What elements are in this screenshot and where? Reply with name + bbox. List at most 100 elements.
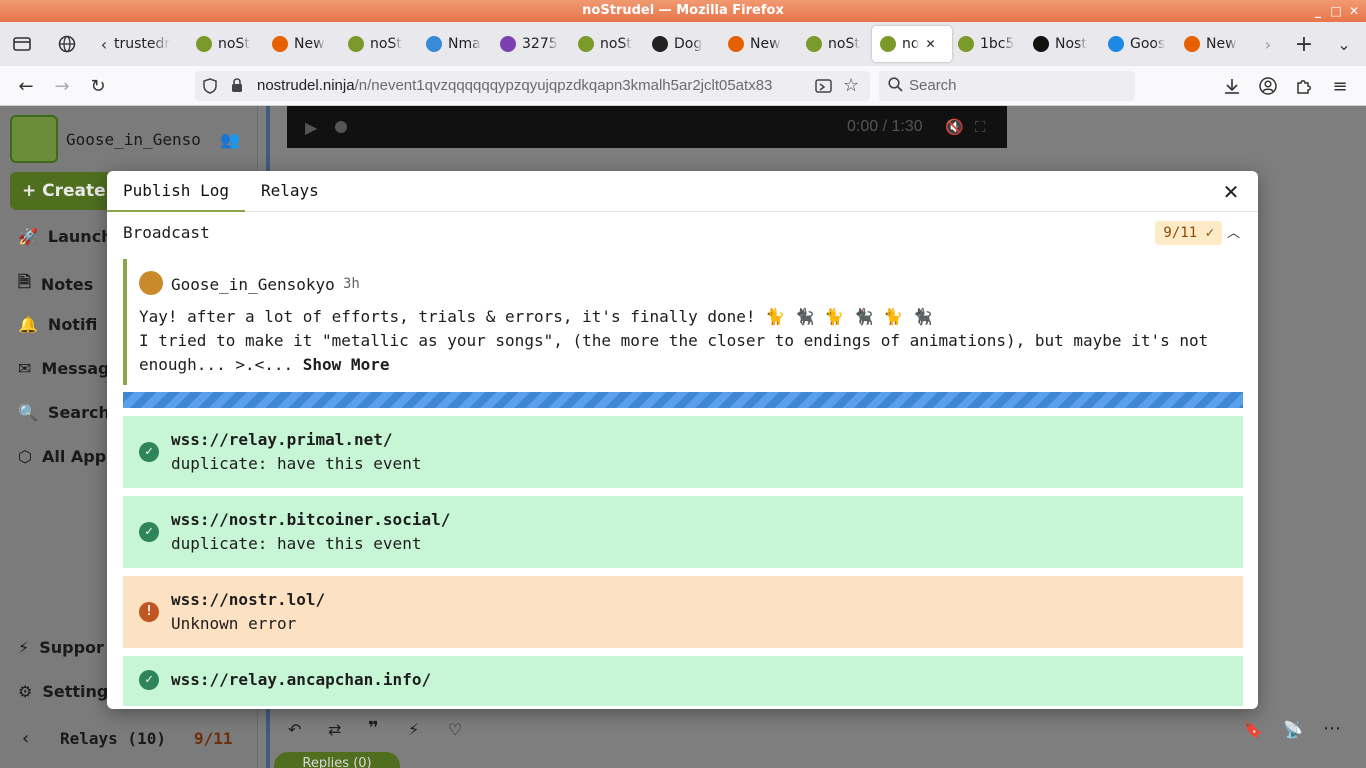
close-window-icon[interactable]: ✕ [1346, 3, 1362, 19]
bookmark-star-icon[interactable]: ☆ [843, 75, 859, 96]
note-text-line3: enough... >.<... [139, 355, 294, 374]
extensions-icon[interactable] [1292, 74, 1316, 98]
user-avatar[interactable] [10, 115, 58, 163]
lightning-icon: ⚡ [18, 638, 30, 657]
list-all-tabs-icon[interactable]: ⌄ [1332, 32, 1356, 56]
replies-button[interactable]: Replies (0) [274, 752, 400, 768]
browser-tab[interactable]: New [1176, 26, 1246, 62]
browser-tab[interactable]: 1bc5 [950, 26, 1020, 62]
browser-tab[interactable]: 3275 [492, 26, 564, 62]
relays-footer-count: 9/11 [194, 729, 233, 748]
check-icon: ✓ [1205, 225, 1214, 241]
tab-favicon-icon [652, 36, 668, 52]
account-icon[interactable] [1256, 74, 1280, 98]
sidebar-item-notifications[interactable]: 🔔 Notifi [18, 315, 97, 334]
video-player[interactable]: ▶ 0:00 / 1:30 🔇 ⛶ [287, 106, 1007, 148]
search-input[interactable]: Search [879, 71, 1135, 101]
browser-tab[interactable]: New [264, 26, 334, 62]
note-action-bar: ↶ ⇄ ❞ ⚡ ♡ 🔖 📡 ⋯ Replies (0) [268, 706, 1358, 768]
firefox-view-icon[interactable] [10, 32, 34, 56]
tab-strip: ‹ trustedr noSt New noSt Nma 3275 noSt Dog New no… [0, 22, 1366, 66]
globe-icon[interactable] [55, 32, 79, 56]
tab-label: noSt [600, 36, 632, 52]
new-tab-icon[interactable]: + [1292, 32, 1316, 57]
relays-footer-label[interactable]: Relays (10) [60, 729, 166, 748]
sidebar-item-settings[interactable]: ⚙ Setting [18, 682, 108, 701]
tab-favicon-icon [500, 36, 516, 52]
play-icon[interactable]: ▶ [305, 118, 317, 137]
tab-label: Nost [1055, 36, 1087, 52]
url-text[interactable]: nostrudel.ninja/n/nevent1qvzqqqqqqypzqyu… [257, 77, 807, 94]
react-icon[interactable]: ♡ [448, 720, 462, 739]
status-badge[interactable]: 9/11 ✓ [1155, 221, 1222, 245]
chevron-left-icon[interactable]: ‹ [22, 728, 29, 749]
url-bar[interactable]: nostrudel.ninja/n/nevent1qvzqqqqqqypzqyu… [195, 71, 870, 101]
repost-icon[interactable]: ⇄ [328, 720, 341, 739]
reload-icon[interactable]: ↻ [86, 74, 110, 98]
downloads-icon[interactable] [1220, 74, 1244, 98]
relay-result-row: ✓ wss://relay.ancapchan.info/ [123, 656, 1243, 706]
shield-icon[interactable] [203, 78, 217, 98]
bookmark-icon[interactable]: 🔖 [1243, 720, 1263, 739]
more-options-icon[interactable]: ⋯ [1323, 718, 1341, 739]
tab-publish-log[interactable]: Publish Log [107, 171, 245, 212]
sidebar-item-label: Notes [40, 275, 94, 294]
browser-tab[interactable]: Goos [1100, 26, 1170, 62]
browser-tab[interactable]: New [720, 26, 792, 62]
fullscreen-icon[interactable]: ⛶ [975, 118, 986, 136]
embedded-note[interactable]: Goose_in_Gensokyo 3h Yay! after a lot of… [123, 259, 1243, 385]
browser-tab[interactable]: trustedr [106, 26, 184, 62]
forward-icon[interactable]: → [50, 74, 74, 98]
note-timestamp[interactable]: 3h [343, 276, 360, 292]
tab-label: Dog [674, 36, 703, 52]
browser-tab[interactable]: Nma [418, 26, 486, 62]
close-tab-icon[interactable]: ✕ [925, 37, 935, 51]
browser-tab[interactable]: noSt [570, 26, 638, 62]
sidebar-username[interactable]: Goose_in_Genso [66, 130, 201, 149]
back-icon[interactable]: ← [14, 74, 38, 98]
broadcast-icon[interactable]: 📡 [1283, 720, 1303, 739]
note-text-line: Yay! after a lot of efforts, trials & er… [139, 307, 933, 326]
relay-url: wss://relay.ancapchan.info/ [171, 670, 432, 689]
search-placeholder: Search [909, 77, 957, 94]
browser-tab[interactable]: no ✕ [872, 26, 952, 62]
browser-tab[interactable]: noSt [188, 26, 258, 62]
browser-tab[interactable]: Nost [1025, 26, 1095, 62]
lock-icon[interactable] [231, 78, 243, 97]
browser-tab[interactable]: Dog [644, 26, 714, 62]
sidebar-item-search[interactable]: 🔍 Search [18, 403, 110, 422]
seek-handle[interactable] [335, 121, 347, 133]
sidebar-item-all-apps[interactable]: ⬡ All App [18, 447, 106, 466]
sidebar-item-messages[interactable]: ✉ Messag [18, 359, 109, 378]
maximize-icon[interactable]: □ [1328, 3, 1344, 19]
note-author[interactable]: Goose_in_Gensokyo [171, 275, 335, 294]
zap-icon[interactable]: ⚡ [408, 720, 419, 739]
window-title-bar: noStrudel — Mozilla Firefox _ □ ✕ [0, 0, 1366, 22]
tab-label: trustedr [114, 36, 171, 52]
badge-text: 9/11 [1163, 225, 1198, 241]
tab-scroll-right-icon[interactable]: › [1256, 32, 1280, 56]
tab-relays[interactable]: Relays [245, 171, 335, 212]
quote-icon[interactable]: ❞ [368, 718, 379, 739]
browser-tab[interactable]: noSt [340, 26, 412, 62]
tab-label: 1bc5 [980, 36, 1015, 52]
sidebar-item-label: All App [41, 447, 107, 466]
minimize-icon[interactable]: _ [1310, 3, 1326, 19]
switch-account-icon[interactable]: 👥 [220, 130, 240, 149]
show-more-button[interactable]: Show More [303, 355, 390, 374]
relay-message: Unknown error [171, 614, 297, 633]
chevron-up-icon[interactable]: ︿ [1227, 222, 1240, 241]
sidebar-item-support[interactable]: ⚡ Suppor [18, 638, 104, 657]
relay-message: duplicate: have this event [171, 534, 422, 553]
menu-icon[interactable]: ≡ [1328, 74, 1352, 98]
tab-label: noSt [370, 36, 402, 52]
close-icon[interactable]: ✕ [1222, 182, 1240, 202]
reply-icon[interactable]: ↶ [288, 720, 301, 739]
relay-result-row: ! wss://nostr.lol/Unknown error [123, 576, 1243, 648]
reader-view-icon[interactable] [815, 78, 832, 98]
browser-tab[interactable]: noSt [798, 26, 866, 62]
sidebar-item-notes[interactable]: 🗎 Notes [18, 271, 93, 298]
mute-icon[interactable]: 🔇 [945, 118, 964, 136]
note-author-avatar[interactable] [139, 271, 163, 295]
tab-label: Goos [1130, 36, 1166, 52]
